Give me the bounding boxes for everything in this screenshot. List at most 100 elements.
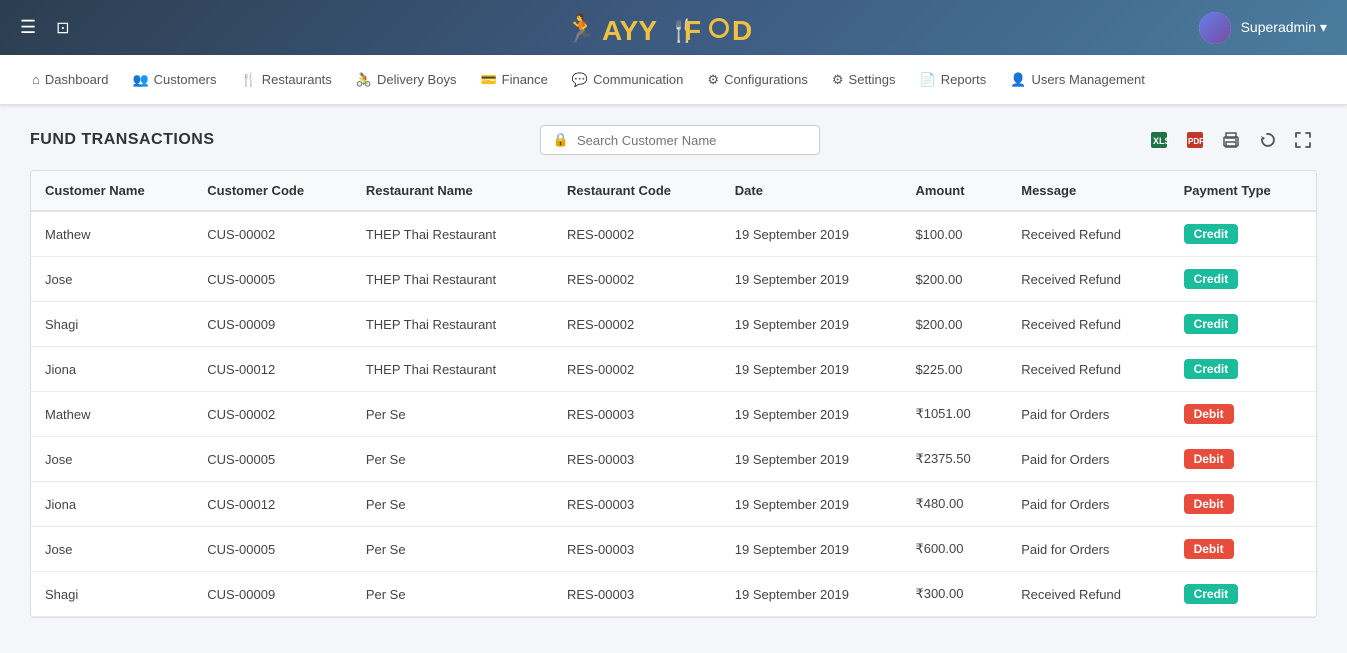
cell-amount: ₹2375.50 bbox=[901, 437, 1007, 482]
reports-icon: 📄 bbox=[920, 72, 936, 88]
cell-date: 19 September 2019 bbox=[721, 437, 902, 482]
export-excel-icon[interactable]: XLS bbox=[1145, 126, 1173, 154]
search-icon: 🔒 bbox=[553, 132, 569, 148]
col-restaurant-code: Restaurant Code bbox=[553, 171, 721, 211]
table-row: Jose CUS-00005 THEP Thai Restaurant RES-… bbox=[31, 257, 1316, 302]
section-header: FUND TRANSACTIONS 🔒 XLS PDF bbox=[30, 125, 1317, 155]
nav-users-management[interactable]: 👤 Users Management bbox=[998, 55, 1157, 104]
svg-text:PDF: PDF bbox=[1188, 137, 1204, 146]
cell-restaurant-name: THEP Thai Restaurant bbox=[352, 302, 553, 347]
svg-text:XLS: XLS bbox=[1153, 136, 1169, 146]
cell-payment-type: Credit bbox=[1170, 257, 1316, 302]
cell-date: 19 September 2019 bbox=[721, 482, 902, 527]
nav-communication[interactable]: 💬 Communication bbox=[560, 55, 696, 104]
cell-date: 19 September 2019 bbox=[721, 302, 902, 347]
nav-customers[interactable]: 👥 Customers bbox=[120, 55, 228, 104]
cell-customer-name: Mathew bbox=[31, 392, 193, 437]
search-input[interactable] bbox=[577, 133, 807, 148]
cell-amount: ₹1051.00 bbox=[901, 392, 1007, 437]
cell-date: 19 September 2019 bbox=[721, 211, 902, 257]
svg-text:AYY: AYY bbox=[602, 15, 657, 46]
cell-message: Paid for Orders bbox=[1007, 437, 1169, 482]
configurations-icon: ⚙ bbox=[707, 72, 719, 88]
cell-restaurant-code: RES-00003 bbox=[553, 392, 721, 437]
col-date: Date bbox=[721, 171, 902, 211]
cell-amount: ₹300.00 bbox=[901, 572, 1007, 617]
cell-payment-type: Credit bbox=[1170, 302, 1316, 347]
payment-type-badge: Credit bbox=[1184, 314, 1239, 334]
cell-restaurant-code: RES-00002 bbox=[553, 211, 721, 257]
cell-payment-type: Debit bbox=[1170, 392, 1316, 437]
cell-payment-type: Credit bbox=[1170, 211, 1316, 257]
logo: 🏃 AYY 🍴 F D bbox=[564, 8, 784, 48]
cell-message: Received Refund bbox=[1007, 347, 1169, 392]
cell-restaurant-name: Per Se bbox=[352, 482, 553, 527]
cell-message: Paid for Orders bbox=[1007, 527, 1169, 572]
header-left: ☰ ⊡ bbox=[20, 17, 70, 38]
refresh-icon[interactable] bbox=[1253, 126, 1281, 154]
cell-amount: ₹480.00 bbox=[901, 482, 1007, 527]
col-payment-type: Payment Type bbox=[1170, 171, 1316, 211]
hamburger-icon[interactable]: ☰ bbox=[20, 17, 36, 38]
cell-customer-code: CUS-00005 bbox=[193, 257, 352, 302]
cell-payment-type: Debit bbox=[1170, 482, 1316, 527]
cell-date: 19 September 2019 bbox=[721, 347, 902, 392]
cell-customer-name: Shagi bbox=[31, 302, 193, 347]
cell-customer-code: CUS-00009 bbox=[193, 302, 352, 347]
payment-type-badge: Credit bbox=[1184, 224, 1239, 244]
cell-customer-name: Jose bbox=[31, 437, 193, 482]
avatar bbox=[1199, 12, 1231, 44]
header-right: Superadmin ▾ bbox=[1199, 12, 1327, 44]
payment-type-badge: Debit bbox=[1184, 449, 1234, 469]
table-row: Jose CUS-00005 Per Se RES-00003 19 Septe… bbox=[31, 527, 1316, 572]
col-message: Message bbox=[1007, 171, 1169, 211]
nav-delivery-boys[interactable]: 🚴 Delivery Boys bbox=[344, 55, 469, 104]
cell-restaurant-name: Per Se bbox=[352, 527, 553, 572]
communication-icon: 💬 bbox=[572, 72, 588, 88]
cell-customer-code: CUS-00002 bbox=[193, 211, 352, 257]
print-icon[interactable] bbox=[1217, 126, 1245, 154]
export-pdf-icon[interactable]: PDF bbox=[1181, 126, 1209, 154]
cell-restaurant-code: RES-00003 bbox=[553, 482, 721, 527]
col-customer-code: Customer Code bbox=[193, 171, 352, 211]
finance-icon: 💳 bbox=[480, 72, 496, 88]
cell-customer-name: Jiona bbox=[31, 482, 193, 527]
cell-customer-name: Jose bbox=[31, 527, 193, 572]
dashboard-icon: ⌂ bbox=[32, 72, 40, 87]
nav-configurations[interactable]: ⚙ Configurations bbox=[695, 55, 819, 104]
cell-customer-name: Jiona bbox=[31, 347, 193, 392]
payment-type-badge: Credit bbox=[1184, 359, 1239, 379]
cell-customer-code: CUS-00005 bbox=[193, 527, 352, 572]
col-customer-name: Customer Name bbox=[31, 171, 193, 211]
cell-payment-type: Credit bbox=[1170, 347, 1316, 392]
users-icon: 👤 bbox=[1010, 72, 1026, 88]
cell-customer-code: CUS-00009 bbox=[193, 572, 352, 617]
nav-finance[interactable]: 💳 Finance bbox=[468, 55, 559, 104]
cell-restaurant-name: THEP Thai Restaurant bbox=[352, 211, 553, 257]
table-row: Mathew CUS-00002 Per Se RES-00003 19 Sep… bbox=[31, 392, 1316, 437]
cell-customer-code: CUS-00005 bbox=[193, 437, 352, 482]
expand-icon[interactable]: ⊡ bbox=[56, 18, 69, 38]
nav-settings[interactable]: ⚙ Settings bbox=[820, 55, 908, 104]
svg-text:F: F bbox=[684, 15, 701, 46]
cell-message: Paid for Orders bbox=[1007, 392, 1169, 437]
cell-restaurant-name: Per Se bbox=[352, 572, 553, 617]
cell-message: Received Refund bbox=[1007, 302, 1169, 347]
nav-restaurants[interactable]: 🍴 Restaurants bbox=[229, 55, 344, 104]
cell-payment-type: Debit bbox=[1170, 527, 1316, 572]
table-header-row: Customer Name Customer Code Restaurant N… bbox=[31, 171, 1316, 211]
cell-restaurant-code: RES-00002 bbox=[553, 347, 721, 392]
cell-customer-code: CUS-00002 bbox=[193, 392, 352, 437]
delivery-icon: 🚴 bbox=[356, 72, 372, 88]
cell-customer-name: Mathew bbox=[31, 211, 193, 257]
fullscreen-icon[interactable] bbox=[1289, 126, 1317, 154]
user-dropdown[interactable]: Superadmin ▾ bbox=[1241, 19, 1327, 36]
nav-dashboard[interactable]: ⌂ Dashboard bbox=[20, 55, 120, 104]
nav-reports[interactable]: 📄 Reports bbox=[908, 55, 999, 104]
cell-restaurant-name: THEP Thai Restaurant bbox=[352, 347, 553, 392]
page-title: FUND TRANSACTIONS bbox=[30, 131, 215, 149]
cell-amount: $200.00 bbox=[901, 302, 1007, 347]
header: ☰ ⊡ 🏃 AYY 🍴 F D Superadmin ▾ bbox=[0, 0, 1347, 55]
search-container: 🔒 bbox=[540, 125, 820, 155]
cell-message: Received Refund bbox=[1007, 572, 1169, 617]
